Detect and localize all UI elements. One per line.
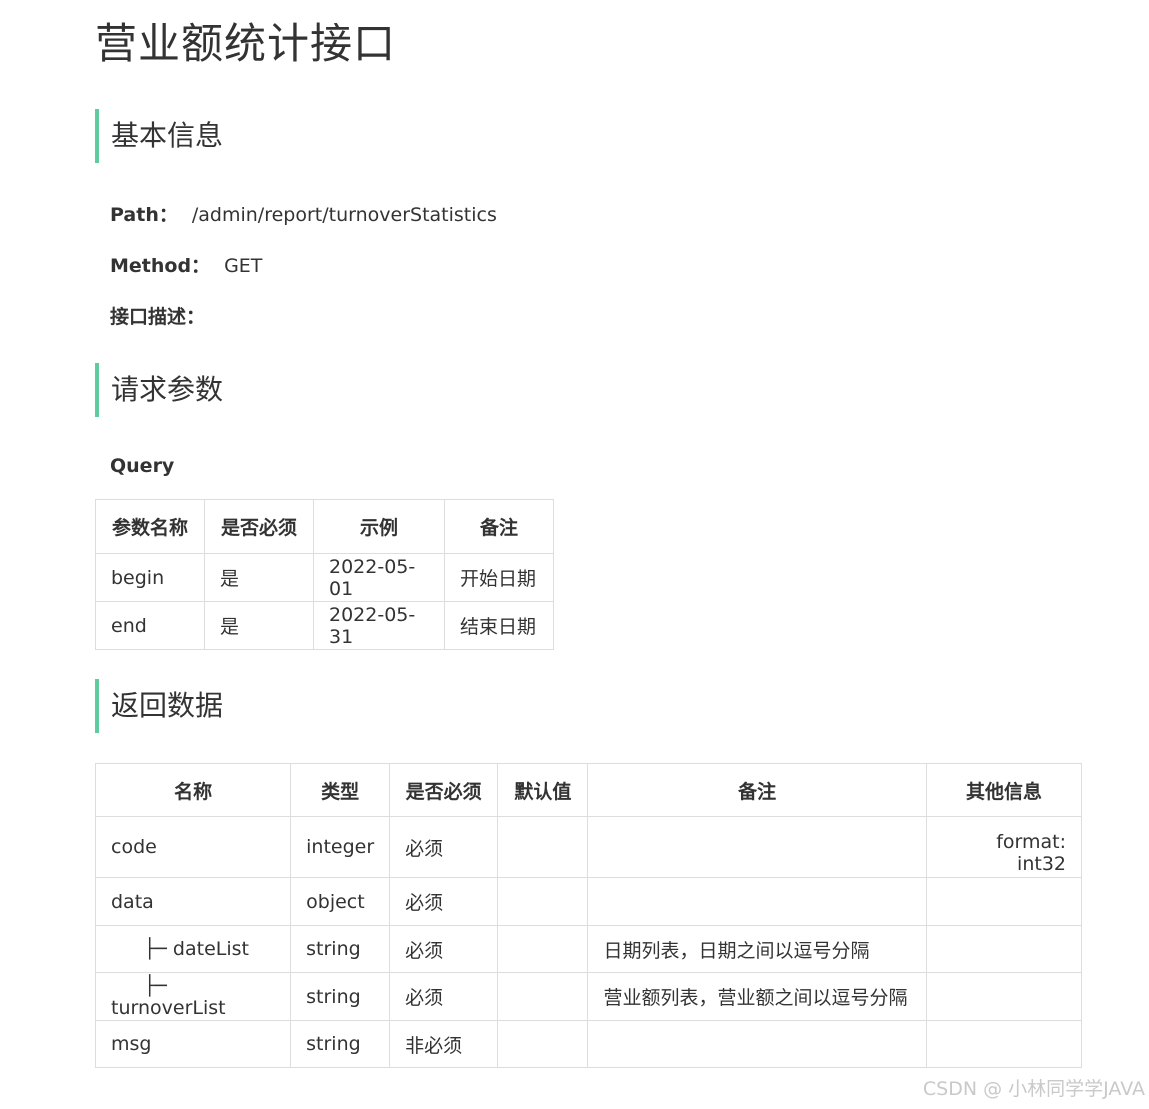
field-type-cell: string — [290, 1020, 391, 1068]
header-cell: 名称 — [94, 763, 292, 817]
param-remark-cell: 开始日期 — [444, 553, 554, 602]
field-type-cell: string — [290, 972, 391, 1021]
table-header-row: 参数名称 是否必须 示例 备注 — [95, 499, 554, 554]
field-other-cell — [925, 972, 1083, 1021]
section-heading-response: 返回数据 — [95, 679, 223, 733]
param-required-cell: 是 — [204, 553, 314, 602]
header-cell: 是否必须 — [204, 499, 314, 554]
param-name-cell: end — [95, 601, 205, 650]
header-cell: 示例 — [313, 499, 445, 554]
field-remark-cell — [587, 816, 927, 878]
field-name-cell: ├─ turnoverList — [94, 972, 292, 1021]
field-remark-cell — [587, 877, 927, 926]
header-cell: 备注 — [587, 763, 927, 817]
field-name-cell: code — [94, 816, 292, 878]
table-row: begin 是 2022-05-01 开始日期 — [95, 553, 554, 602]
header-cell: 参数名称 — [95, 499, 205, 554]
header-cell: 是否必须 — [389, 763, 499, 817]
field-remark-cell: 日期列表，日期之间以逗号分隔 — [587, 925, 927, 973]
param-example-cell: 2022-05-31 — [313, 601, 445, 650]
section-heading-request: 请求参数 — [95, 363, 223, 417]
field-required-cell: 必须 — [389, 972, 499, 1021]
field-default-cell — [497, 1020, 589, 1068]
nested-field-name: ├─ dateList — [144, 938, 249, 960]
path-value: /admin/report/turnoverStatistics — [191, 204, 497, 226]
field-other-cell — [925, 925, 1083, 973]
field-name-cell: data — [94, 877, 292, 926]
field-remark-cell — [587, 1020, 927, 1068]
field-other-cell — [925, 1020, 1083, 1068]
field-default-cell — [497, 972, 589, 1021]
field-default-cell — [497, 925, 589, 973]
param-name-cell: begin — [95, 553, 205, 602]
section-heading-basic: 基本信息 — [95, 109, 223, 163]
field-other-cell — [925, 877, 1083, 926]
desc-row: 接口描述： — [110, 302, 205, 329]
field-other-cell: format: int32 — [925, 816, 1083, 878]
param-required-cell: 是 — [204, 601, 314, 650]
field-name-cell: msg — [94, 1020, 292, 1068]
table-row: code integer 必须 format: int32 — [94, 816, 1083, 878]
field-type-cell: string — [290, 925, 391, 973]
field-required-cell: 必须 — [389, 877, 499, 926]
param-example-cell: 2022-05-01 — [313, 553, 445, 602]
table-header-row: 名称 类型 是否必须 默认值 备注 其他信息 — [94, 763, 1083, 817]
field-required-cell: 必须 — [389, 816, 499, 878]
query-label: Query — [110, 455, 175, 477]
header-cell: 其他信息 — [925, 763, 1083, 817]
path-label: Path： — [110, 204, 178, 226]
method-value: GET — [224, 255, 263, 277]
header-cell: 类型 — [290, 763, 391, 817]
nested-field-name: ├─ turnoverList — [111, 974, 226, 1019]
table-row: end 是 2022-05-31 结束日期 — [95, 601, 554, 650]
param-remark-cell: 结束日期 — [444, 601, 554, 650]
path-row: Path： /admin/report/turnoverStatistics — [110, 200, 497, 227]
page-title: 营业额统计接口 — [95, 19, 397, 68]
table-row: data object 必须 — [94, 877, 1083, 926]
desc-label: 接口描述： — [110, 306, 206, 328]
field-type-cell: object — [290, 877, 391, 926]
header-cell: 默认值 — [497, 763, 589, 817]
field-type-cell: integer — [290, 816, 391, 878]
field-default-cell — [497, 816, 589, 878]
field-default-cell — [497, 877, 589, 926]
watermark: CSDN @ 小林同学学JAVA — [922, 1078, 1145, 1100]
method-label: Method： — [110, 255, 211, 277]
header-cell: 备注 — [444, 499, 554, 554]
field-required-cell: 必须 — [389, 925, 499, 973]
table-row: ├─ dateList string 必须 日期列表，日期之间以逗号分隔 — [94, 925, 1083, 973]
method-row: Method： GET — [110, 251, 262, 278]
response-fields-table: 名称 类型 是否必须 默认值 备注 其他信息 code integer 必须 f… — [94, 763, 1083, 1068]
query-params-table: 参数名称 是否必须 示例 备注 begin 是 2022-05-01 开始日期 … — [95, 499, 554, 650]
field-name-cell: ├─ dateList — [94, 925, 292, 973]
field-remark-cell: 营业额列表，营业额之间以逗号分隔 — [587, 972, 927, 1021]
table-row: msg string 非必须 — [94, 1020, 1083, 1068]
field-required-cell: 非必须 — [389, 1020, 499, 1068]
table-row: ├─ turnoverList string 必须 营业额列表，营业额之间以逗号… — [94, 972, 1083, 1021]
